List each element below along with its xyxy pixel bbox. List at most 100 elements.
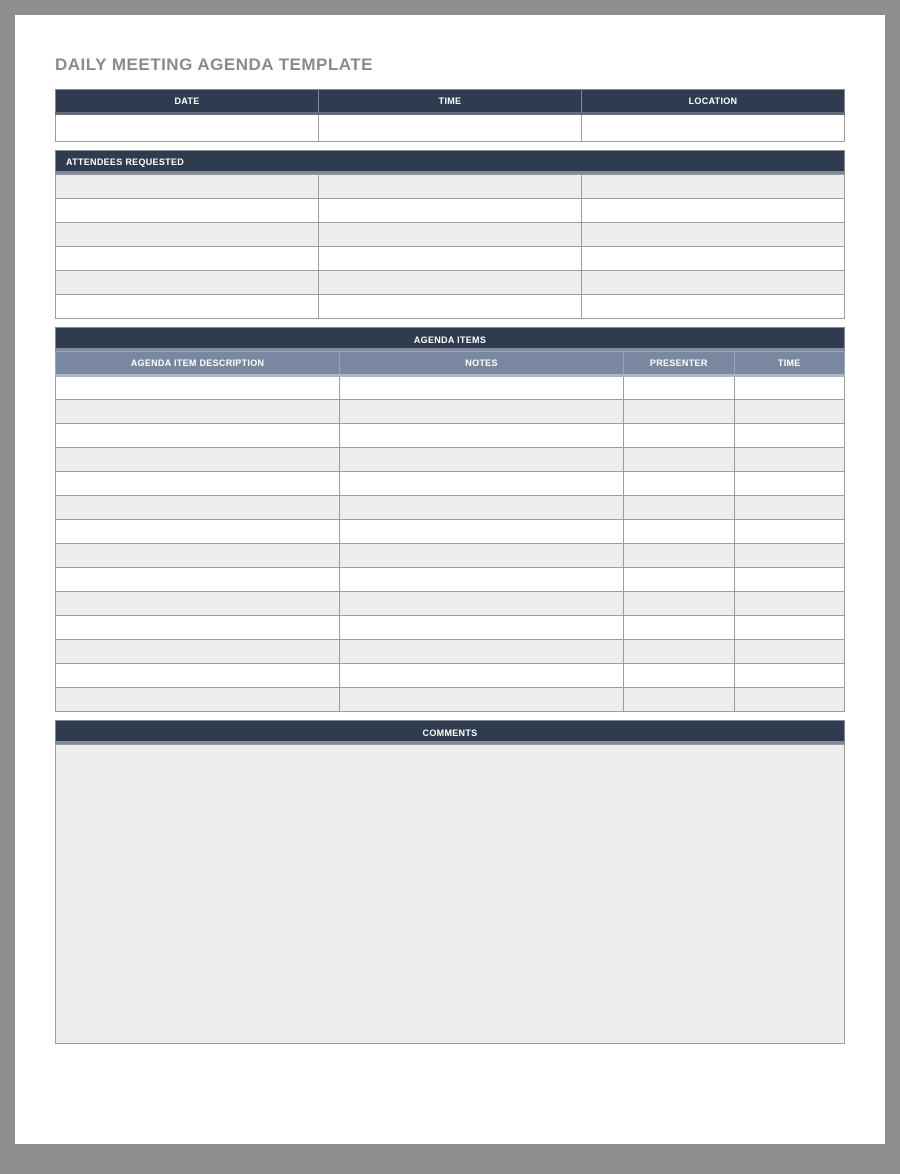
agenda-cell[interactable] xyxy=(624,568,734,592)
comments-input[interactable] xyxy=(55,744,845,1044)
agenda-cell[interactable] xyxy=(624,472,734,496)
attendees-row xyxy=(56,295,845,319)
agenda-row xyxy=(56,424,845,448)
agenda-cell[interactable] xyxy=(624,592,734,616)
attendee-cell[interactable] xyxy=(582,175,845,199)
agenda-cell[interactable] xyxy=(56,496,340,520)
attendee-cell[interactable] xyxy=(582,247,845,271)
agenda-row xyxy=(56,616,845,640)
attendee-cell[interactable] xyxy=(56,271,319,295)
agenda-cell[interactable] xyxy=(734,568,844,592)
agenda-cell[interactable] xyxy=(624,640,734,664)
attendee-cell[interactable] xyxy=(319,199,582,223)
agenda-col-time: TIME xyxy=(734,352,844,376)
agenda-col-presenter: PRESENTER xyxy=(624,352,734,376)
meta-header-time: TIME xyxy=(319,90,582,114)
agenda-cell[interactable] xyxy=(56,472,340,496)
time-input[interactable] xyxy=(319,114,582,142)
attendee-cell[interactable] xyxy=(582,271,845,295)
agenda-cell[interactable] xyxy=(340,424,624,448)
agenda-row xyxy=(56,520,845,544)
attendees-row xyxy=(56,271,845,295)
agenda-row xyxy=(56,448,845,472)
agenda-cell[interactable] xyxy=(624,496,734,520)
agenda-row xyxy=(56,592,845,616)
date-input[interactable] xyxy=(56,114,319,142)
page-title: DAILY MEETING AGENDA TEMPLATE xyxy=(55,55,845,75)
agenda-cell[interactable] xyxy=(56,544,340,568)
agenda-cell[interactable] xyxy=(56,520,340,544)
agenda-table: AGENDA ITEM DESCRIPTION NOTES PRESENTER … xyxy=(55,351,845,712)
agenda-cell[interactable] xyxy=(624,664,734,688)
agenda-row xyxy=(56,400,845,424)
agenda-cell[interactable] xyxy=(340,664,624,688)
agenda-cell[interactable] xyxy=(734,544,844,568)
agenda-cell[interactable] xyxy=(56,592,340,616)
agenda-cell[interactable] xyxy=(734,424,844,448)
agenda-cell[interactable] xyxy=(56,400,340,424)
agenda-cell[interactable] xyxy=(734,520,844,544)
agenda-cell[interactable] xyxy=(340,616,624,640)
agenda-cell[interactable] xyxy=(624,544,734,568)
agenda-cell[interactable] xyxy=(340,592,624,616)
attendees-row xyxy=(56,247,845,271)
agenda-cell[interactable] xyxy=(56,688,340,712)
agenda-cell[interactable] xyxy=(56,376,340,400)
agenda-cell[interactable] xyxy=(340,448,624,472)
attendees-table xyxy=(55,174,845,319)
attendees-row xyxy=(56,223,845,247)
agenda-cell[interactable] xyxy=(340,640,624,664)
agenda-cell[interactable] xyxy=(734,472,844,496)
agenda-cell[interactable] xyxy=(56,424,340,448)
location-input[interactable] xyxy=(582,114,845,142)
attendee-cell[interactable] xyxy=(56,199,319,223)
agenda-cell[interactable] xyxy=(734,664,844,688)
attendee-cell[interactable] xyxy=(319,247,582,271)
agenda-cell[interactable] xyxy=(624,520,734,544)
agenda-cell[interactable] xyxy=(56,616,340,640)
attendee-cell[interactable] xyxy=(319,223,582,247)
agenda-cell[interactable] xyxy=(624,616,734,640)
agenda-cell[interactable] xyxy=(734,640,844,664)
agenda-cell[interactable] xyxy=(340,496,624,520)
agenda-cell[interactable] xyxy=(734,592,844,616)
agenda-cell[interactable] xyxy=(624,400,734,424)
agenda-col-desc: AGENDA ITEM DESCRIPTION xyxy=(56,352,340,376)
agenda-cell[interactable] xyxy=(734,448,844,472)
agenda-row xyxy=(56,568,845,592)
agenda-cell[interactable] xyxy=(340,568,624,592)
agenda-row xyxy=(56,544,845,568)
meta-table: DATE TIME LOCATION xyxy=(55,89,845,142)
agenda-cell[interactable] xyxy=(340,376,624,400)
agenda-cell[interactable] xyxy=(624,424,734,448)
agenda-cell[interactable] xyxy=(340,544,624,568)
agenda-cell[interactable] xyxy=(734,496,844,520)
agenda-cell[interactable] xyxy=(340,520,624,544)
agenda-cell[interactable] xyxy=(56,568,340,592)
agenda-cell[interactable] xyxy=(624,376,734,400)
meta-input-row xyxy=(56,114,845,142)
attendee-cell[interactable] xyxy=(56,175,319,199)
agenda-cell[interactable] xyxy=(734,400,844,424)
agenda-cell[interactable] xyxy=(734,688,844,712)
document-page: DAILY MEETING AGENDA TEMPLATE DATE TIME … xyxy=(15,15,885,1144)
agenda-cell[interactable] xyxy=(56,664,340,688)
attendee-cell[interactable] xyxy=(582,223,845,247)
attendee-cell[interactable] xyxy=(56,247,319,271)
agenda-cell[interactable] xyxy=(734,616,844,640)
agenda-cell[interactable] xyxy=(340,400,624,424)
agenda-cell[interactable] xyxy=(340,688,624,712)
agenda-cell[interactable] xyxy=(624,688,734,712)
agenda-cell[interactable] xyxy=(624,448,734,472)
attendee-cell[interactable] xyxy=(319,295,582,319)
agenda-cell[interactable] xyxy=(56,640,340,664)
agenda-cell[interactable] xyxy=(56,448,340,472)
attendee-cell[interactable] xyxy=(56,223,319,247)
attendee-cell[interactable] xyxy=(582,199,845,223)
attendee-cell[interactable] xyxy=(319,271,582,295)
attendee-cell[interactable] xyxy=(56,295,319,319)
attendee-cell[interactable] xyxy=(319,175,582,199)
agenda-cell[interactable] xyxy=(734,376,844,400)
agenda-cell[interactable] xyxy=(340,472,624,496)
attendee-cell[interactable] xyxy=(582,295,845,319)
